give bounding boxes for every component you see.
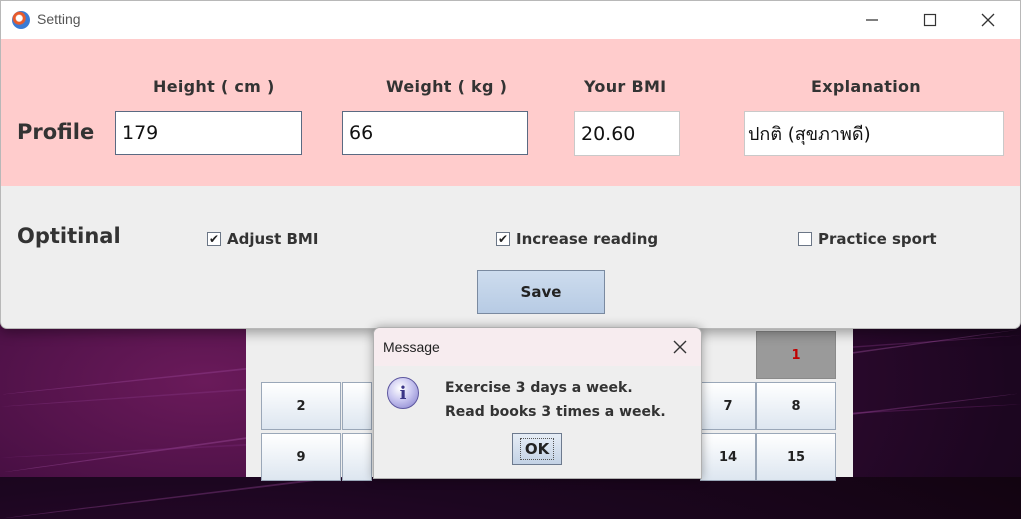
maximize-icon [923, 13, 937, 27]
calendar-day-cell[interactable] [342, 433, 372, 481]
checkbox-label: Adjust BMI [227, 230, 319, 248]
calendar-day-cell[interactable]: 9 [261, 433, 341, 481]
calendar-day-cell[interactable]: 14 [700, 433, 756, 481]
checkbox-label: Practice sport [818, 230, 937, 248]
height-field[interactable]: 179 [115, 111, 302, 155]
calendar-day-cell[interactable]: 2 [261, 382, 341, 430]
message-line: Exercise 3 days a week. [445, 380, 633, 396]
window-title: Setting [37, 11, 81, 27]
calendar-day-cell[interactable] [342, 382, 372, 430]
profile-section: Height ( cm ) Weight ( kg ) Your BMI Exp… [1, 39, 1020, 186]
message-dialog: Message i Exercise 3 days a week. Read b… [373, 327, 702, 479]
calendar-day-cell[interactable]: 1 [756, 331, 836, 379]
checkmark-icon: ✔ [208, 232, 220, 246]
checkbox-box[interactable] [798, 232, 812, 246]
weight-label: Weight ( kg ) [386, 77, 508, 96]
practice-sport-checkbox[interactable]: Practice sport [798, 230, 937, 248]
checkbox-box[interactable]: ✔ [496, 232, 510, 246]
dialog-close-button[interactable] [665, 332, 695, 362]
minimize-icon [866, 19, 878, 21]
maximize-button[interactable] [901, 1, 959, 39]
explanation-field[interactable]: ปกติ (สุขภาพดี) [744, 111, 1004, 156]
close-icon [673, 340, 687, 354]
bmi-label: Your BMI [584, 77, 667, 96]
save-button[interactable]: Save [477, 270, 605, 314]
height-label: Height ( cm ) [153, 77, 275, 96]
title-bar[interactable]: Setting [1, 1, 1020, 39]
profile-label: Profile [17, 120, 95, 144]
optional-label: Optitinal [17, 224, 121, 248]
minimize-button[interactable] [843, 1, 901, 39]
ok-button[interactable]: OK [512, 433, 562, 465]
adjust-bmi-checkbox[interactable]: ✔ Adjust BMI [207, 230, 318, 248]
dialog-title: Message [383, 339, 440, 355]
app-icon [12, 11, 30, 29]
message-line: Read books 3 times a week. [445, 404, 666, 420]
calendar-day-cell[interactable]: 15 [756, 433, 836, 481]
checkbox-label: Increase reading [516, 230, 659, 248]
close-icon [981, 13, 995, 27]
settings-window: Setting Height ( cm ) Weight ( kg ) Your… [0, 0, 1021, 329]
close-button[interactable] [959, 1, 1017, 39]
calendar-day-cell[interactable]: 7 [700, 382, 756, 430]
bmi-field[interactable]: 20.60 [574, 111, 680, 156]
checkbox-box[interactable]: ✔ [207, 232, 221, 246]
ok-label: OK [519, 438, 555, 460]
explanation-label: Explanation [811, 77, 921, 96]
dialog-title-bar[interactable]: Message [374, 328, 701, 366]
weight-field[interactable]: 66 [342, 111, 528, 155]
checkmark-icon: ✔ [497, 232, 509, 246]
info-icon: i [387, 377, 419, 409]
increase-reading-checkbox[interactable]: ✔ Increase reading [496, 230, 658, 248]
calendar-day-cell[interactable]: 8 [756, 382, 836, 430]
